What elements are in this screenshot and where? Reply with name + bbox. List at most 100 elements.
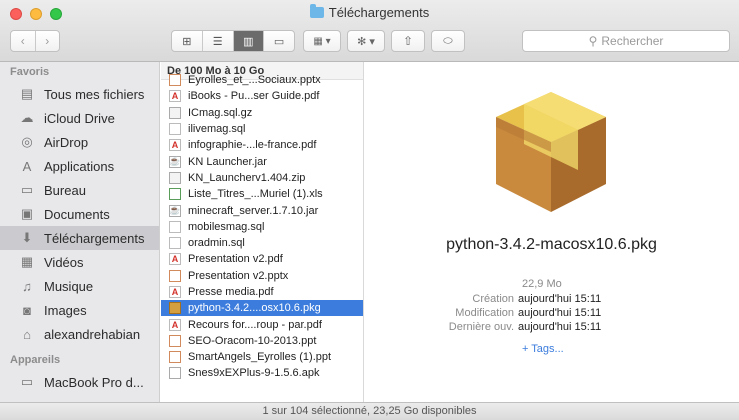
file-row[interactable]: ☕ minecraft_server.1.7.10.jar: [161, 202, 363, 218]
sidebar-item-bureau[interactable]: ▭ Bureau: [0, 178, 159, 202]
file-row[interactable]: Snes9xEXPlus-9-1.5.6.apk: [161, 365, 363, 381]
sidebar-item-alexandrehabian[interactable]: ⌂ alexandrehabian: [0, 322, 159, 346]
sidebar-item-label: Images: [44, 302, 87, 318]
add-tags-link[interactable]: + Tags...: [522, 343, 564, 355]
arrange-button[interactable]: ▦ ▾: [303, 30, 341, 52]
sidebar-item-label: Musique: [44, 278, 94, 294]
metadata-row: Modification aujourd'hui 15:11: [364, 306, 739, 320]
applications-icon: A: [22, 158, 32, 174]
file-row[interactable]: Eyrolles_et_...Sociaux.pptx: [161, 72, 363, 88]
xls-file-icon: [169, 188, 181, 201]
sidebar: Favoris ▤ Tous mes fichiers ☁ iCloud Drive ◎…: [0, 62, 160, 402]
file-row[interactable]: SmartAngels_Eyrolles (1).ppt: [161, 349, 363, 365]
sidebar-item-applications[interactable]: A Applications: [0, 154, 159, 178]
file-list: Eyrolles_et_...Sociaux.pptx AiBooks - Pu.…: [161, 72, 363, 382]
action-button[interactable]: ✻ ▾: [347, 30, 385, 52]
sidebar-item-documents[interactable]: ▣ Documents: [0, 202, 159, 226]
laptop-icon: ▭: [20, 374, 34, 389]
folder-icon: [309, 4, 324, 18]
metadata-row: Création aujourd'hui 15:11: [364, 292, 739, 306]
file-row[interactable]: A Presse media.pdf: [161, 284, 363, 300]
favorites-list: ▤ Tous mes fichiers ☁ iCloud Drive ◎ AirDrop A…: [0, 82, 159, 346]
tags-button[interactable]: ⬭: [431, 30, 465, 52]
pdf-file-icon: A: [169, 253, 181, 266]
forward-button[interactable]: ›: [34, 31, 60, 51]
file-row[interactable]: ☕ KN Launcher.jar: [161, 153, 363, 169]
share-button[interactable]: ⇧: [391, 30, 425, 52]
file-name: mobilesmag.sql: [188, 220, 265, 233]
zip-file-icon: [169, 171, 181, 184]
file-row[interactable]: python-3.4.2....osx10.6.pkg: [161, 300, 363, 317]
metadata-label: Création: [472, 293, 514, 305]
file-name: Presentation v2.pdf: [188, 253, 283, 266]
metadata-value: aujourd'hui 15:11: [518, 321, 602, 333]
file-name: Snes9xEXPlus-9-1.5.6.apk: [188, 367, 320, 380]
title-bar: Téléchargements ‹ › ⊞ ☰ ▥ ▭ ▦ ▾ ✻ ▾ ⇧ ⬭ …: [0, 0, 739, 62]
metadata-value: aujourd'hui 15:11: [518, 307, 602, 319]
file-name: Eyrolles_et_...Sociaux.pptx: [188, 74, 321, 87]
downloads-icon: ⬇: [21, 230, 33, 245]
sidebar-item-label: alexandrehabian: [44, 326, 141, 342]
preview-pane: python-3.4.2-macosx10.6.pkg 22,9 Mo Créa…: [364, 62, 739, 402]
file-name: python-3.4.2....osx10.6.pkg: [188, 302, 321, 315]
sidebar-item-label: AirDrop: [44, 134, 89, 150]
file-row[interactable]: SEO-Oracom-10-2013.ppt: [161, 333, 363, 349]
file-row[interactable]: ICmag.sql.gz: [161, 105, 363, 121]
file-row[interactable]: mobilesmag.sql: [161, 219, 363, 235]
file-row[interactable]: oradmin.sql: [161, 235, 363, 251]
file-name: oradmin.sql: [188, 237, 245, 250]
search-icon: ⚲: [588, 34, 598, 48]
file-name: SmartAngels_Eyrolles (1).ppt: [188, 351, 332, 364]
file-row[interactable]: Liste_Titres_...Muriel (1).xls: [161, 186, 363, 202]
file-name: SEO-Oracom-10-2013.ppt: [188, 334, 317, 347]
file-row[interactable]: ilivemag.sql: [161, 121, 363, 137]
file-name: ilivemag.sql: [188, 123, 246, 136]
airdrop-icon: ◎: [21, 134, 33, 149]
navigation-buttons: ‹ ›: [10, 30, 60, 52]
file-row[interactable]: A Presentation v2.pdf: [161, 251, 363, 267]
desktop-icon: ▭: [20, 182, 34, 197]
ppt-file-icon: [169, 269, 181, 282]
gear-icon: ✻: [357, 35, 367, 48]
sidebar-item-airdrop[interactable]: ◎ AirDrop: [0, 130, 159, 154]
file-name: ICmag.sql.gz: [188, 106, 253, 119]
file-row[interactable]: Presentation v2.pptx: [161, 268, 363, 284]
file-row[interactable]: A Recours for....roup - par.pdf: [161, 316, 363, 332]
sidebar-item-label: Téléchargements: [44, 230, 145, 246]
back-button[interactable]: ‹: [11, 31, 35, 51]
file-name: Liste_Titres_...Muriel (1).xls: [188, 188, 323, 201]
file-row[interactable]: Ainfographie-...le-france.pdf: [161, 137, 363, 153]
search-placeholder: Rechercher: [601, 34, 664, 48]
file-row[interactable]: KN_Launcherv1.404.zip: [161, 170, 363, 186]
coverflow-view-button[interactable]: ▭: [263, 31, 294, 51]
action-chevron-icon: ▾: [369, 35, 375, 48]
column-view-button[interactable]: ▥: [232, 31, 264, 51]
status-text: 1 sur 104 sélectionné, 23,25 Go disponib…: [262, 405, 477, 417]
sidebar-item-label: Documents: [44, 206, 110, 222]
sidebar-section-favorites: Favoris: [10, 66, 50, 78]
pdf-file-icon: A: [169, 139, 181, 152]
devices-list: ▭ MacBook Pro d...: [0, 370, 159, 394]
metadata-row: Dernière ouv. aujourd'hui 15:11: [364, 320, 739, 334]
pdf-file-icon: A: [169, 286, 181, 298]
window-title: Téléchargements: [0, 4, 739, 22]
metadata-label: Dernière ouv.: [448, 321, 514, 333]
sidebar-item-musique[interactable]: ♫ Musique: [0, 274, 159, 298]
sidebar-item-macbook-pro-d[interactable]: ▭ MacBook Pro d...: [0, 370, 159, 394]
sidebar-item-icloud-drive[interactable]: ☁ iCloud Drive: [0, 106, 159, 130]
icon-view-button[interactable]: ⊞: [172, 31, 202, 51]
file-name: KN_Launcherv1.404.zip: [188, 171, 306, 184]
file-name: minecraft_server.1.7.10.jar: [188, 204, 319, 217]
sidebar-item-label: Applications: [44, 158, 115, 174]
sidebar-item-tous-mes-fichiers[interactable]: ▤ Tous mes fichiers: [0, 82, 159, 106]
sidebar-item-vid-os[interactable]: ▦ Vidéos: [0, 250, 159, 274]
search-field[interactable]: ⚲ Rechercher: [522, 30, 730, 52]
file-row[interactable]: AiBooks - Pu...ser Guide.pdf: [161, 88, 363, 104]
metadata-value: aujourd'hui 15:11: [518, 293, 602, 305]
window-title-text: Téléchargements: [328, 5, 430, 20]
sidebar-item-label: Vidéos: [44, 254, 84, 270]
list-view-button[interactable]: ☰: [201, 31, 233, 51]
sidebar-item-t-l-chargements[interactable]: ⬇ Téléchargements: [0, 226, 159, 250]
sidebar-item-images[interactable]: ◙ Images: [0, 298, 159, 322]
tag-icon: ⬭: [443, 34, 453, 47]
